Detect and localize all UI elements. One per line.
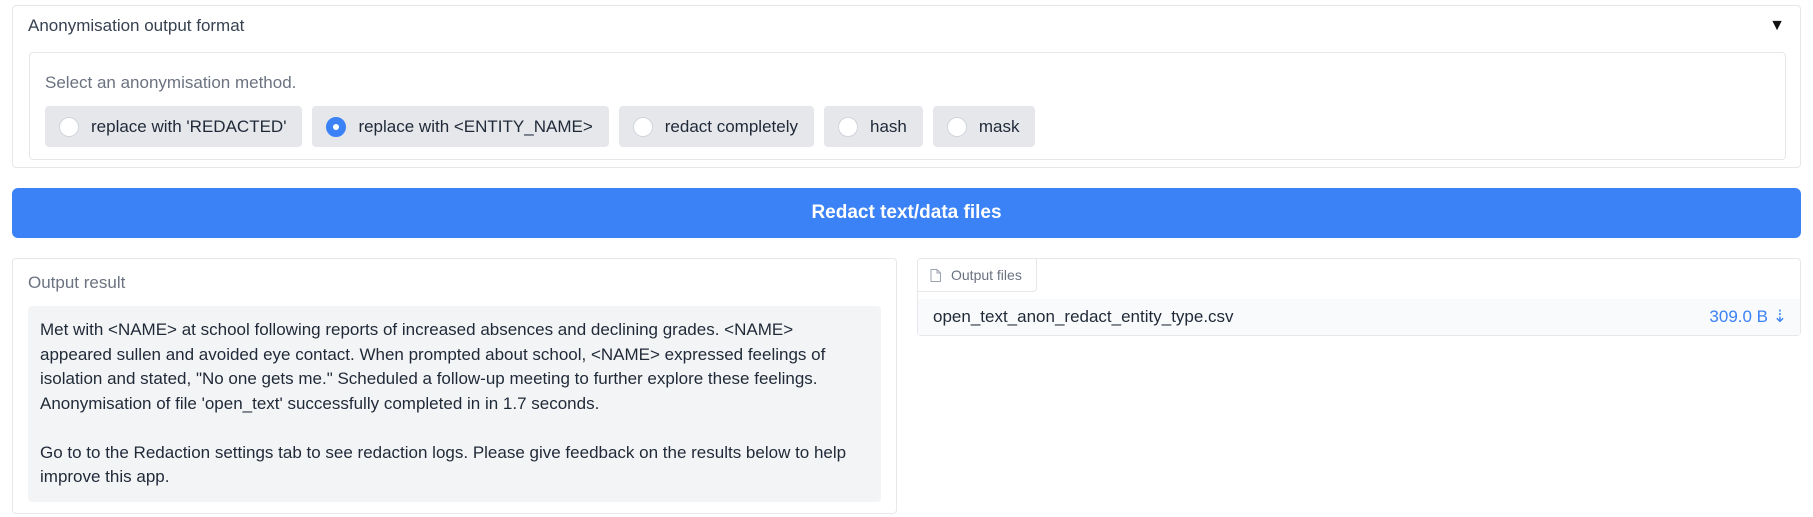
anonymisation-method-label: Select an anonymisation method. (45, 73, 297, 92)
collapse-toggle-icon[interactable]: ▼ (1769, 18, 1785, 34)
radio-option-label: replace with 'REDACTED' (91, 116, 287, 136)
radio-button[interactable] (837, 116, 858, 137)
anonymisation-method-radio-group: replace with 'REDACTED' replace with <EN… (45, 106, 1036, 147)
anonymisation-output-accordion: Anonymisation output format ▼ Select an … (12, 5, 1801, 168)
radio-option-replace-entity-name[interactable]: replace with <ENTITY_NAME> (312, 106, 609, 147)
radio-button-checked[interactable] (326, 116, 347, 137)
accordion-header[interactable]: Anonymisation output format ▼ (13, 6, 1800, 46)
file-name: open_text_anon_redact_entity_type.csv (933, 307, 1234, 326)
radio-button[interactable] (632, 116, 653, 137)
radio-button[interactable] (946, 116, 967, 137)
radio-option-label: replace with <ENTITY_NAME> (358, 116, 593, 136)
radio-option-mask[interactable]: mask (932, 106, 1036, 147)
radio-option-label: mask (978, 116, 1020, 136)
output-result-textarea[interactable]: Met with <NAME> at school following repo… (28, 306, 881, 502)
radio-option-label: hash (869, 116, 907, 136)
anonymisation-method-block: Select an anonymisation method. replace … (29, 52, 1786, 160)
file-icon (930, 268, 941, 282)
radio-button[interactable] (59, 116, 79, 137)
file-row: open_text_anon_redact_entity_type.csv 30… (918, 299, 1800, 335)
output-result-label: Output result (28, 273, 126, 292)
output-files-label: Output files (951, 267, 1022, 283)
output-result-panel: Output result Met with <NAME> at school … (12, 258, 897, 514)
radio-option-label: redact completely (664, 116, 798, 136)
file-download-link[interactable]: 309.0 B ⇣ (1709, 307, 1787, 327)
output-files-tab: Output files (918, 259, 1037, 292)
accordion-title: Anonymisation output format (28, 16, 245, 35)
radio-option-redact-completely[interactable]: redact completely (618, 106, 814, 147)
radio-option-replace-redacted[interactable]: replace with 'REDACTED' (45, 106, 303, 147)
radio-option-hash[interactable]: hash (823, 106, 923, 147)
redact-files-button[interactable]: Redact text/data files (12, 188, 1801, 238)
output-files-panel: Output files open_text_anon_redact_entit… (917, 258, 1801, 336)
